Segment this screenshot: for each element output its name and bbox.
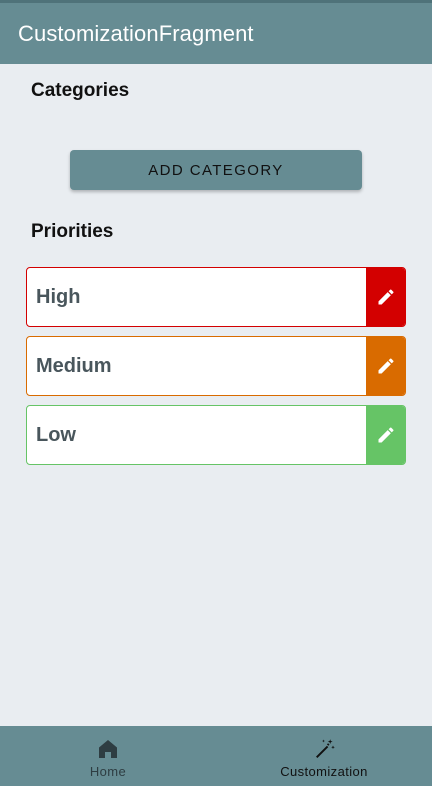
edit-priority-high-button[interactable] (366, 268, 405, 326)
priority-list: High Medium Low (26, 267, 406, 474)
pencil-icon (378, 358, 394, 374)
priority-label-low: Low (36, 423, 76, 446)
priority-label-high: High (36, 285, 81, 308)
priorities-heading: Priorities (31, 221, 114, 242)
nav-item-home[interactable]: Home (0, 726, 216, 786)
bottom-navigation: Home Customization (0, 726, 432, 786)
magic-wand-icon (316, 739, 335, 758)
edit-priority-medium-button[interactable] (366, 337, 405, 395)
priority-item-medium[interactable]: Medium (26, 336, 406, 396)
nav-label-customization: Customization (280, 764, 368, 779)
priority-item-low[interactable]: Low (26, 405, 406, 465)
pencil-icon (378, 289, 394, 305)
pencil-icon (378, 427, 394, 443)
nav-item-customization[interactable]: Customization (216, 726, 432, 786)
categories-heading: Categories (31, 80, 130, 101)
app-title: CustomizationFragment (18, 20, 254, 46)
priority-label-medium: Medium (36, 354, 112, 377)
add-category-button[interactable]: ADD CATEGORY (70, 150, 362, 190)
app-bar: CustomizationFragment (0, 0, 432, 64)
nav-label-home: Home (89, 764, 127, 779)
priority-item-high[interactable]: High (26, 267, 406, 327)
edit-priority-low-button[interactable] (366, 406, 405, 464)
home-icon (99, 740, 117, 758)
